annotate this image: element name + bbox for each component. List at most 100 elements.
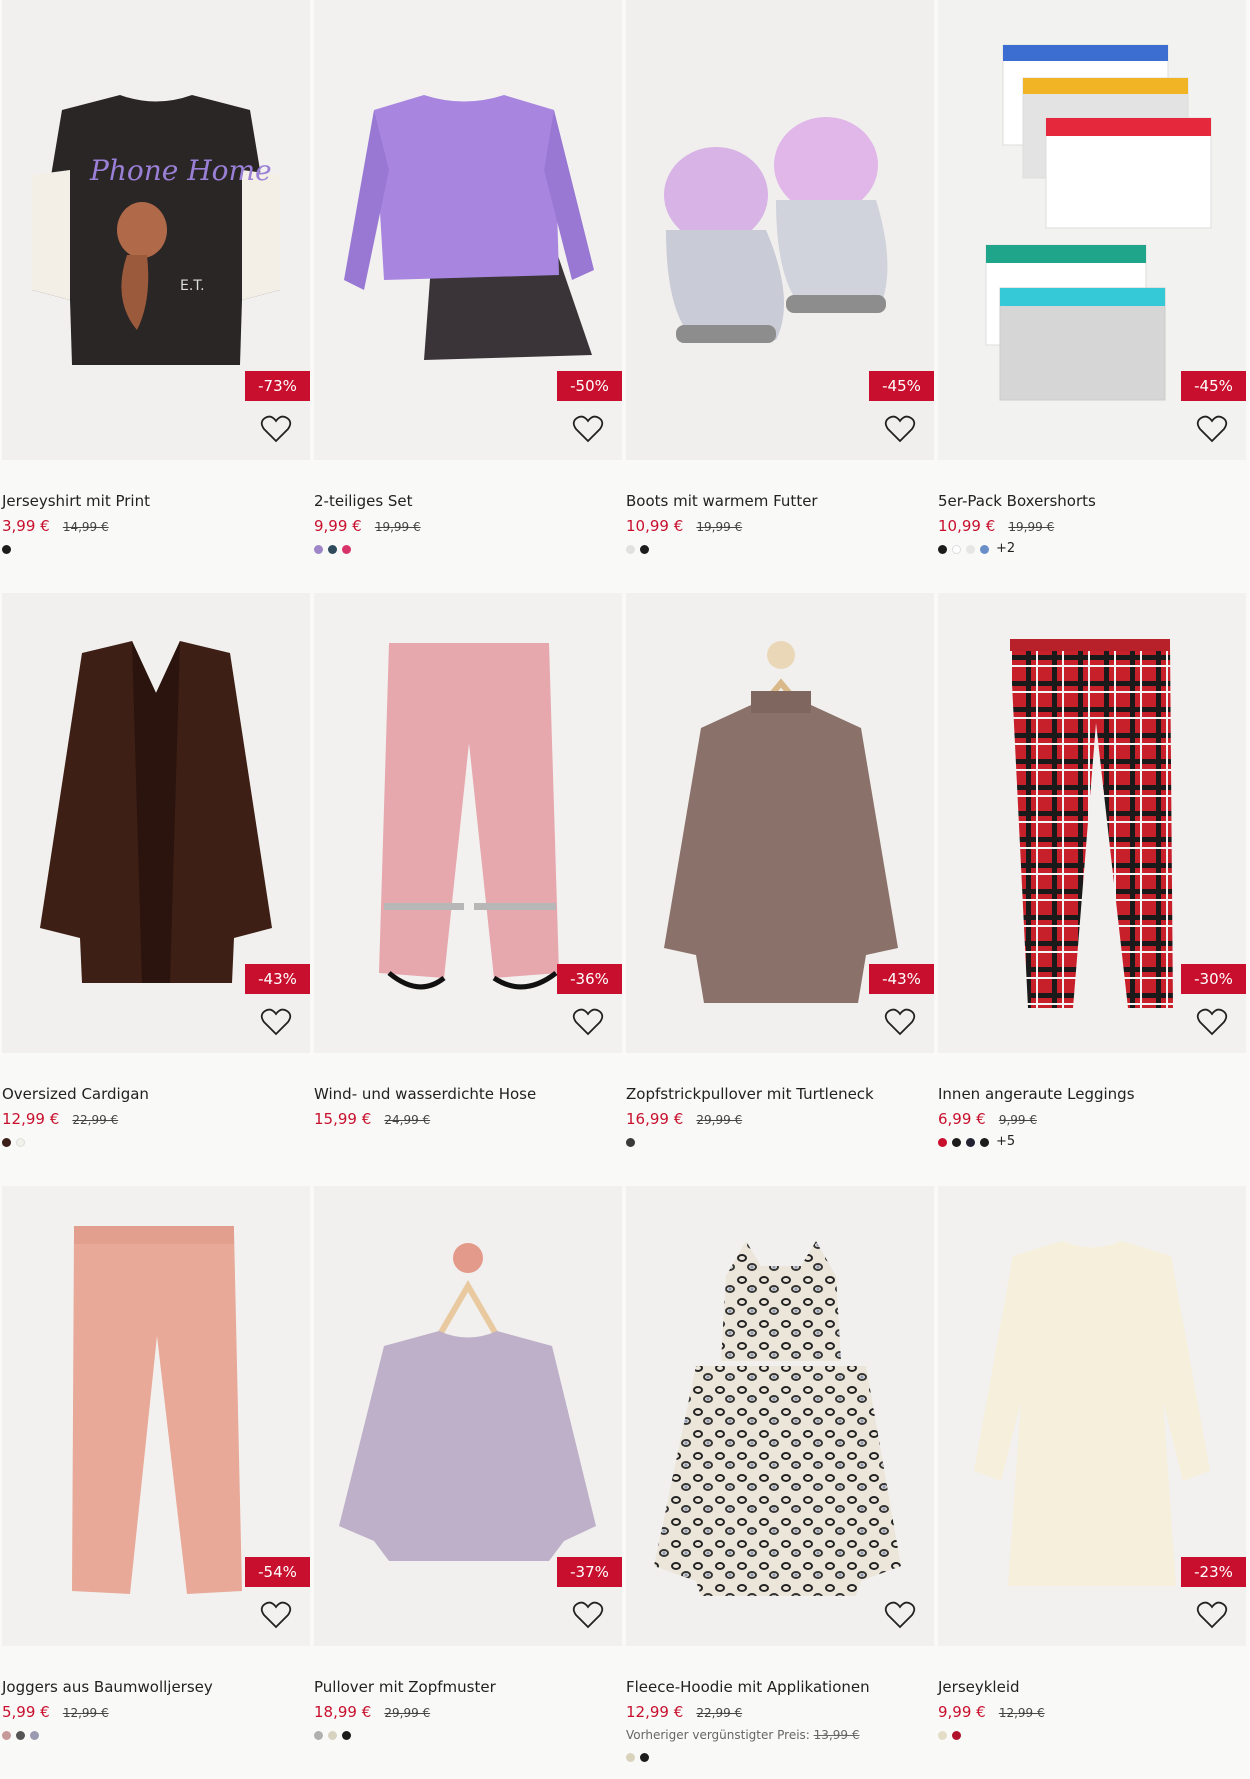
product-card[interactable]: -37% Pullover mit Zopfmuster 18,99 € 29,… <box>314 1186 622 1779</box>
original-price: 22,99 € <box>696 1706 743 1720</box>
color-swatches <box>938 1728 1246 1742</box>
product-image[interactable]: -45% <box>938 0 1246 460</box>
favorite-button[interactable] <box>572 1600 604 1630</box>
product-card[interactable]: -54% Joggers aus Baumwolljersey 5,99 € 1… <box>2 1186 310 1779</box>
product-card[interactable]: -45% 5er-Pack Boxershorts 10,99 € 19,99 … <box>938 0 1246 593</box>
product-image[interactable]: -45% <box>626 0 934 460</box>
product-image[interactable]: -43% <box>626 593 934 1053</box>
favorite-button[interactable] <box>260 414 292 444</box>
favorite-button[interactable] <box>260 1007 292 1037</box>
product-name[interactable]: 2-teiliges Set <box>314 491 622 511</box>
heart-icon <box>1196 415 1228 443</box>
color-swatch[interactable] <box>952 1730 961 1740</box>
svg-text:E.T.: E.T. <box>180 278 205 294</box>
color-swatch[interactable] <box>328 544 337 554</box>
color-swatch[interactable] <box>640 544 649 554</box>
previous-price-label: Vorheriger vergünstigter Preis: <box>626 1728 810 1742</box>
sale-price: 10,99 € <box>626 517 684 535</box>
color-swatch[interactable] <box>2 1137 11 1147</box>
favorite-button[interactable] <box>1196 414 1228 444</box>
color-swatch[interactable] <box>626 544 635 554</box>
color-swatches <box>2 1728 310 1742</box>
color-swatches <box>314 1728 622 1742</box>
color-swatch[interactable] <box>938 544 947 554</box>
product-card[interactable]: -43% Zopfstrickpullover mit Turtleneck 1… <box>626 593 934 1186</box>
color-swatch[interactable] <box>2 544 11 554</box>
product-name[interactable]: Jerseyshirt mit Print <box>2 491 310 511</box>
original-price: 19,99 € <box>696 520 743 534</box>
product-name[interactable]: Zopfstrickpullover mit Turtleneck <box>626 1084 934 1104</box>
product-image-hoodie <box>626 1186 934 1646</box>
heart-icon <box>572 1601 604 1629</box>
product-name[interactable]: Innen angeraute Leggings <box>938 1084 1246 1104</box>
product-name[interactable]: Pullover mit Zopfmuster <box>314 1677 622 1697</box>
color-swatches <box>626 1135 934 1149</box>
product-image[interactable] <box>626 1186 934 1646</box>
original-price: 9,99 € <box>998 1113 1037 1127</box>
product-image[interactable]: Phone Home E.T. -73% <box>2 0 310 460</box>
color-swatch[interactable] <box>328 1730 337 1740</box>
discount-badge: -54% <box>245 1557 310 1587</box>
color-swatch[interactable] <box>16 1730 25 1740</box>
favorite-button[interactable] <box>1196 1600 1228 1630</box>
discount-badge: -23% <box>1181 1557 1246 1587</box>
product-name[interactable]: Fleece-Hoodie mit Applikationen <box>626 1677 934 1697</box>
color-swatch[interactable] <box>938 1137 947 1147</box>
color-swatch[interactable] <box>314 1730 323 1740</box>
color-swatch[interactable] <box>2 1730 11 1740</box>
product-card[interactable]: -36% Wind- und wasserdichte Hose 15,99 €… <box>314 593 622 1186</box>
product-name[interactable]: 5er-Pack Boxershorts <box>938 491 1246 511</box>
discount-badge: -45% <box>1181 371 1246 401</box>
product-card[interactable]: Phone Home E.T. -73% Jerseyshirt mit Pri… <box>2 0 310 593</box>
color-swatch[interactable] <box>626 1137 635 1147</box>
sale-price: 10,99 € <box>938 517 996 535</box>
product-card[interactable]: -45% Boots mit warmem Futter 10,99 € 19,… <box>626 0 934 593</box>
previous-price-value: 13,99 € <box>813 1728 860 1742</box>
product-card[interactable]: Fleece-Hoodie mit Applikationen 12,99 € … <box>626 1186 934 1779</box>
product-image[interactable]: -50% <box>314 0 622 460</box>
product-grid: Phone Home E.T. -73% Jerseyshirt mit Pri… <box>2 0 1246 1779</box>
product-name[interactable]: Jerseykleid <box>938 1677 1246 1697</box>
color-swatch[interactable] <box>342 544 351 554</box>
color-swatch[interactable] <box>966 1137 975 1147</box>
color-swatch[interactable] <box>938 1730 947 1740</box>
product-card[interactable]: -43% Oversized Cardigan 12,99 € 22,99 € <box>2 593 310 1186</box>
color-swatch[interactable] <box>626 1752 635 1762</box>
product-image[interactable]: -23% <box>938 1186 1246 1646</box>
product-image[interactable]: -37% <box>314 1186 622 1646</box>
color-swatch[interactable] <box>342 1730 351 1740</box>
product-name[interactable]: Wind- und wasserdichte Hose <box>314 1084 622 1104</box>
color-swatch[interactable] <box>980 1137 989 1147</box>
favorite-button[interactable] <box>572 1007 604 1037</box>
favorite-button[interactable] <box>884 414 916 444</box>
color-swatch[interactable] <box>640 1752 649 1762</box>
color-swatch[interactable] <box>16 1137 25 1147</box>
favorite-button[interactable] <box>884 1007 916 1037</box>
color-swatch[interactable] <box>952 1137 961 1147</box>
heart-icon <box>260 415 292 443</box>
heart-icon <box>1196 1008 1228 1036</box>
product-card[interactable]: -50% 2-teiliges Set 9,99 € 19,99 € <box>314 0 622 593</box>
color-swatch[interactable] <box>980 544 989 554</box>
original-price: 24,99 € <box>384 1113 431 1127</box>
color-swatch[interactable] <box>966 544 975 554</box>
favorite-button[interactable] <box>260 1600 292 1630</box>
favorite-button[interactable] <box>884 1600 916 1630</box>
product-image[interactable]: -36% <box>314 593 622 1053</box>
original-price: 19,99 € <box>1008 520 1055 534</box>
color-swatch[interactable] <box>30 1730 39 1740</box>
product-card[interactable]: -23% Jerseykleid 9,99 € 12,99 € <box>938 1186 1246 1779</box>
color-swatch[interactable] <box>952 544 961 554</box>
sale-price: 3,99 € <box>2 517 50 535</box>
color-swatch[interactable] <box>314 544 323 554</box>
product-image[interactable]: -43% <box>2 593 310 1053</box>
heart-icon <box>884 415 916 443</box>
product-name[interactable]: Boots mit warmem Futter <box>626 491 934 511</box>
favorite-button[interactable] <box>1196 1007 1228 1037</box>
product-name[interactable]: Joggers aus Baumwolljersey <box>2 1677 310 1697</box>
product-image[interactable]: -30% <box>938 593 1246 1053</box>
favorite-button[interactable] <box>572 414 604 444</box>
product-card[interactable]: -30% Innen angeraute Leggings 6,99 € 9,9… <box>938 593 1246 1186</box>
product-name[interactable]: Oversized Cardigan <box>2 1084 310 1104</box>
product-image[interactable]: -54% <box>2 1186 310 1646</box>
